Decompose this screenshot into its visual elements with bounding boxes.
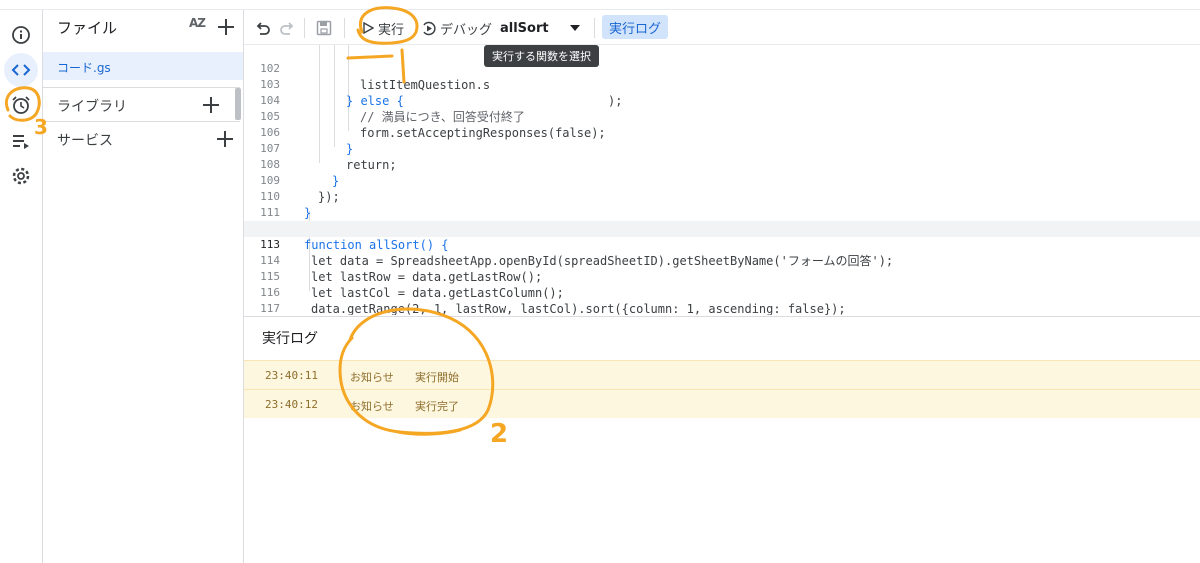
code-line: 111 [244, 189, 1200, 219]
run-label: 実行 [378, 22, 405, 38]
log-level: お知らせ [350, 400, 394, 413]
function-select-value: allSort [500, 20, 549, 36]
dropdown-arrow-icon [570, 25, 580, 31]
code-line: 112 function allSort() { [244, 205, 1200, 252]
add-service-icon[interactable] [216, 130, 234, 148]
function-select-tooltip: 実行する関数を選択 [484, 45, 599, 67]
files-scrollbar[interactable] [235, 88, 241, 120]
toolbar-divider [304, 18, 305, 38]
function-select[interactable]: allSort [500, 15, 586, 41]
sort-files-icon[interactable]: AZ [189, 16, 206, 30]
undo-icon [256, 22, 270, 35]
save-icon [316, 20, 332, 36]
settings-button[interactable] [4, 159, 38, 193]
code-line: 109 }); [244, 157, 1200, 204]
log-level: お知らせ [350, 371, 394, 384]
code-line: 108 } [244, 141, 1200, 188]
editor-button[interactable] [4, 53, 38, 87]
debug-icon [423, 21, 436, 35]
code-line: 116 data.getRange(2, 1, lastRow, lastCol… [244, 269, 1200, 315]
info-icon [12, 26, 30, 44]
log-row: 23:40:12 お知らせ 実行完了 [244, 389, 1200, 418]
code-line: 118 [244, 301, 1200, 315]
code-line: 117 } [244, 285, 1200, 315]
code-icon [11, 64, 31, 76]
triggers-button[interactable] [4, 88, 38, 122]
overview-button[interactable] [4, 18, 38, 52]
execution-log-button[interactable]: 実行ログ [602, 15, 669, 39]
code-line: 107 return; [244, 125, 1200, 172]
editor-toolbar: 実行 デバッグ allSort 実行ログ [244, 10, 1200, 45]
alarm-clock-icon [12, 96, 30, 114]
code-line: 114 let lastRow = data.getLastRow(); [244, 237, 1200, 284]
code-line: 103 } else { [244, 61, 1200, 108]
execution-log-title: 実行ログ [262, 331, 318, 347]
undo-button[interactable] [254, 16, 272, 40]
redo-icon [280, 22, 294, 35]
libraries-label: ライブラリ [57, 99, 127, 115]
files-panel: ファイル AZ コード.gs ライブラリ サービス [43, 10, 244, 563]
debug-button[interactable]: デバッグ [421, 16, 492, 40]
redo-button[interactable] [278, 16, 296, 40]
add-file-icon[interactable] [217, 18, 235, 36]
code-line: 110 } [244, 173, 1200, 220]
add-library-icon[interactable] [202, 96, 220, 114]
icon-rail [0, 10, 43, 563]
executions-button[interactable] [4, 124, 38, 158]
log-message: 実行開始 [415, 371, 459, 384]
code-line-current: 113 let data = SpreadsheetApp.openById(s… [244, 221, 1200, 268]
log-message: 実行完了 [415, 400, 459, 413]
log-row: 23:40:11 お知らせ 実行開始 [244, 360, 1200, 389]
code-editor[interactable]: 102 listItemQuestion.s ); 103 } else { 1… [244, 45, 1200, 315]
toolbar-divider [344, 18, 345, 38]
gear-icon [12, 167, 30, 185]
run-button[interactable]: 実行 [362, 16, 404, 40]
services-section[interactable]: サービス [43, 121, 240, 155]
execution-log-panel: 実行ログ 23:40:11 お知らせ 実行開始 23:40:12 お知らせ 実行… [244, 316, 1200, 563]
files-header: ファイル AZ [43, 10, 244, 44]
log-time: 23:40:12 [265, 398, 318, 411]
file-item-code-gs[interactable]: コード.gs [43, 52, 243, 80]
window-top-bar [0, 0, 1200, 10]
debug-label: デバッグ [440, 22, 493, 38]
toolbar-divider [594, 18, 595, 38]
save-button[interactable] [316, 16, 332, 40]
executions-list-icon [13, 135, 29, 149]
code-line: 105 form.setAcceptingResponses(false); [244, 93, 1200, 140]
log-time: 23:40:11 [265, 369, 318, 382]
services-label: サービス [57, 133, 113, 149]
code-line: 104 // 満員につき、回答受付終了 [244, 77, 1200, 124]
libraries-section[interactable]: ライブラリ [43, 87, 240, 121]
code-line: 115 let lastCol = data.getLastColumn(); [244, 253, 1200, 300]
files-title: ファイル [57, 19, 118, 37]
code-line: 102 listItemQuestion.s ); [244, 45, 1200, 108]
play-icon [363, 22, 374, 34]
code-line: 106 } [244, 109, 1200, 156]
